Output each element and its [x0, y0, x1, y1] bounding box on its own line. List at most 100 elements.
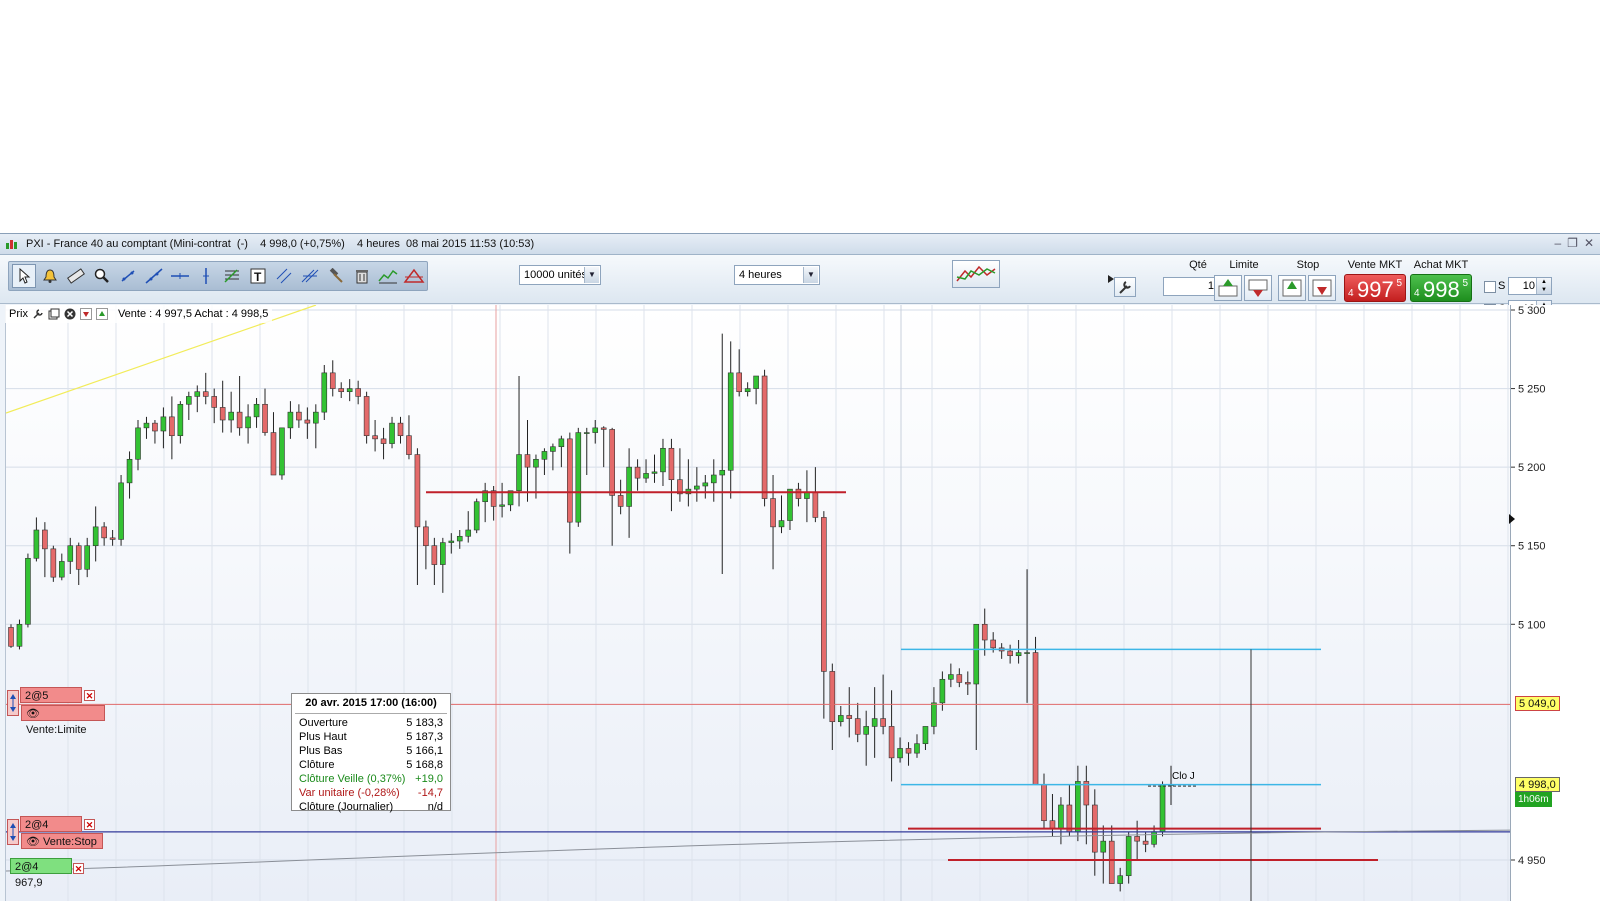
candle-body	[905, 748, 912, 754]
candle-body	[719, 469, 726, 476]
candle-body	[152, 422, 158, 432]
add-indicator-button[interactable]	[952, 260, 1000, 288]
units-select[interactable]: 10000 unités ▼	[519, 265, 601, 285]
limit-order-type[interactable]: 👁 Vente:Limite	[21, 705, 105, 736]
candle-body	[880, 718, 886, 727]
candle-body	[787, 488, 793, 521]
candle-body	[956, 674, 963, 683]
candle-body	[821, 517, 827, 672]
candle-body	[888, 726, 895, 759]
tooltip-row-label: Var unitaire (-0,28%)	[299, 787, 400, 799]
candle-body	[651, 471, 658, 474]
candle-body	[753, 375, 759, 389]
candle-body	[922, 726, 929, 745]
axis-tick-label: 5 200	[1518, 462, 1546, 474]
stop-order-type[interactable]: 👁 Vente:Stop	[21, 833, 103, 849]
time-left-tag: 1h06m	[1515, 792, 1552, 807]
candle-body	[583, 432, 590, 434]
order-drag-handle[interactable]	[7, 690, 19, 716]
buy-market-button[interactable]: 4 998 5	[1410, 274, 1472, 302]
trash-icon[interactable]	[350, 264, 374, 288]
sell-market-button[interactable]: 4 997 5	[1344, 274, 1406, 302]
wrench-icon[interactable]	[32, 308, 44, 320]
minimize-icon[interactable]: –	[1554, 236, 1561, 250]
fibonacci-icon[interactable]	[220, 264, 244, 288]
s-checkbox[interactable]	[1484, 281, 1496, 293]
window-icon[interactable]	[48, 308, 60, 320]
candle-body	[524, 454, 531, 468]
text-icon[interactable]: T	[246, 264, 270, 288]
limit-price-tag-text: 5 049,0	[1519, 698, 1556, 710]
tooltip-row-value: 5 168,8	[406, 759, 443, 771]
chart-name: Prix	[9, 308, 28, 320]
clo-j-annotation: Clo J	[1172, 771, 1195, 782]
candle-body	[16, 623, 23, 647]
price-axis[interactable]: 5 300 5 250 5 200 5 150 5 100 4 950	[1508, 305, 1600, 901]
stop-buy-button[interactable]	[1278, 275, 1306, 301]
parallel-lines-icon[interactable]	[298, 264, 322, 288]
candle-body	[558, 438, 565, 448]
candle-body	[1032, 652, 1039, 785]
candle-body	[660, 447, 666, 473]
hammer-icon[interactable]	[324, 264, 348, 288]
tooltip-row-value: 5 166,1	[406, 745, 443, 757]
window-titlebar[interactable]: PXI - France 40 au comptant (Mini-contra…	[0, 234, 1600, 255]
move-down-icon[interactable]	[79, 308, 92, 320]
s-input[interactable]: 10 ▲ ▼	[1508, 277, 1552, 295]
channel-icon[interactable]	[272, 264, 296, 288]
window-title: PXI - France 40 au comptant (Mini-contra…	[26, 238, 535, 250]
cursor-icon[interactable]	[12, 264, 36, 288]
tooltip-row-label: Plus Bas	[299, 745, 343, 757]
chart-style-icon[interactable]	[376, 264, 400, 288]
ray-line-icon[interactable]	[142, 264, 166, 288]
chevron-down-icon[interactable]: ▼	[584, 267, 599, 283]
close-icon[interactable]: ✕	[1584, 236, 1594, 250]
order-drag-handle[interactable]	[7, 819, 19, 845]
candle-tooltip: 20 avr. 2015 17:00 (16:00) Ouverture 5 18…	[291, 693, 451, 813]
alert-bell-icon[interactable]	[38, 264, 62, 288]
candle-body	[626, 466, 632, 507]
position-price[interactable]: 2@4 967,9	[10, 858, 72, 889]
candle-body	[236, 411, 243, 429]
current-price-tag: 4 998,0	[1515, 777, 1560, 792]
candle-body	[194, 391, 201, 397]
axis-cursor-icon	[1508, 513, 1516, 528]
price-chart[interactable]	[5, 305, 1511, 901]
candle-body	[380, 438, 387, 444]
vertical-line-icon[interactable]	[194, 264, 218, 288]
candle-body	[431, 545, 438, 565]
close-position-icon[interactable]: ✕	[73, 863, 84, 874]
stop-order-type-text: Vente:Stop	[43, 836, 97, 848]
close-circle-icon[interactable]	[64, 308, 76, 320]
candle-body	[567, 438, 573, 523]
candle-body	[126, 458, 133, 484]
restore-icon[interactable]: ❐	[1567, 236, 1578, 250]
s-spinner[interactable]: ▲ ▼	[1536, 278, 1551, 294]
candle-body	[219, 407, 226, 421]
stop-sell-button[interactable]	[1308, 275, 1336, 301]
candle-body	[829, 671, 836, 723]
candle-body	[837, 715, 844, 723]
settings-wrench-button[interactable]	[1114, 277, 1136, 297]
limit-sell-button[interactable]	[1244, 275, 1272, 301]
cancel-stop-order-icon[interactable]: ✕	[84, 819, 95, 830]
limit-buy-button[interactable]	[1214, 275, 1242, 301]
timeframe-select-value: 4 heures	[739, 269, 782, 281]
stop-label: Stop	[1296, 259, 1320, 271]
trend-line-icon[interactable]	[116, 264, 140, 288]
tooltip-row: Clôture Veille (0,37%) +19,0	[299, 773, 443, 787]
limit-order-price[interactable]: 2@5 049,0	[20, 687, 82, 718]
limit-price-tag: 5 049,0	[1515, 696, 1560, 711]
timeframe-select[interactable]: 4 heures ▼	[734, 265, 820, 285]
candle-body	[1049, 820, 1056, 829]
ruler-icon[interactable]	[64, 264, 88, 288]
indicators-icon[interactable]	[402, 264, 426, 288]
zoom-icon[interactable]	[90, 264, 114, 288]
stop-order-price[interactable]: 2@4 968,0	[20, 816, 82, 847]
candle-body	[245, 416, 251, 429]
cancel-limit-order-icon[interactable]: ✕	[84, 690, 95, 701]
chevron-down-icon[interactable]: ▼	[803, 267, 818, 283]
horizontal-line-icon[interactable]	[168, 264, 192, 288]
candle-body	[355, 388, 361, 397]
move-up-icon[interactable]	[95, 308, 108, 320]
